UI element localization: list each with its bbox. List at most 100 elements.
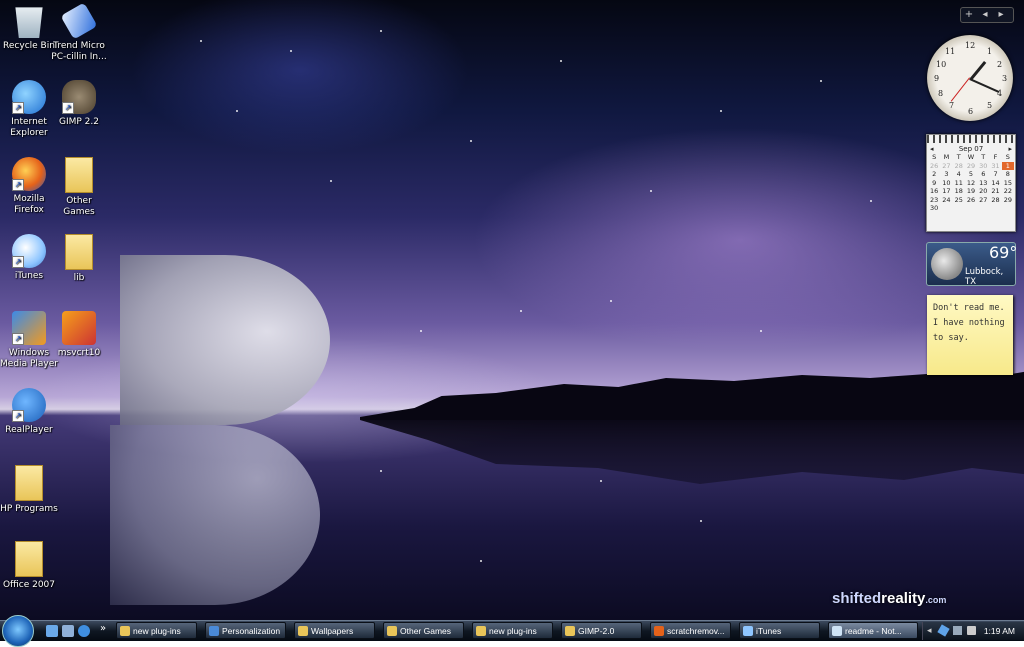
clock-numeral: 6 — [968, 107, 974, 116]
desktop-icon-gimp[interactable]: ↗ GIMP 2.2 — [50, 80, 108, 128]
next-gadget-page-button[interactable]: ▸ — [993, 8, 1009, 22]
start-button[interactable] — [2, 615, 34, 647]
tray-expand-icon[interactable]: ◂ — [927, 626, 936, 635]
calendar-day[interactable]: 5 — [965, 170, 977, 179]
calendar-day[interactable]: 24 — [940, 196, 952, 205]
shortcut-arrow-icon: ↗ — [12, 179, 24, 191]
quick-launch-more-button[interactable]: » — [100, 623, 106, 634]
calendar-day[interactable]: 7 — [989, 170, 1001, 179]
taskbar-button[interactable]: Personalization — [205, 622, 286, 639]
calendar-day[interactable]: 22 — [1002, 187, 1014, 196]
calendar-day — [977, 204, 989, 213]
internet-explorer-icon[interactable] — [78, 625, 90, 637]
taskbar-button-label: iTunes — [756, 626, 782, 636]
desktop-icon-office-2007[interactable]: Office 2007 — [0, 541, 58, 591]
calendar-day[interactable]: 28 — [953, 162, 965, 171]
calendar-day[interactable]: 29 — [965, 162, 977, 171]
desktop-icon-trend-micro[interactable]: Trend Micro PC-cillin In... — [50, 2, 108, 63]
calendar-day[interactable]: 16 — [928, 187, 940, 196]
realplayer-icon: ↗ — [12, 388, 46, 422]
calendar-day[interactable]: 14 — [989, 179, 1001, 188]
add-gadget-button[interactable]: + — [961, 8, 977, 22]
calendar-weekday-row: S M T W T F S — [928, 153, 1014, 162]
prev-gadget-page-button[interactable]: ◂ — [977, 8, 993, 22]
calendar-day[interactable]: 28 — [989, 196, 1001, 205]
calendar-day[interactable]: 8 — [1002, 170, 1014, 179]
weekday-label: S — [1005, 153, 1010, 162]
calendar-day[interactable]: 3 — [940, 170, 952, 179]
calendar-day[interactable]: 13 — [977, 179, 989, 188]
moon-reflection — [110, 425, 320, 605]
trend-micro-icon — [60, 2, 98, 40]
calendar-day[interactable]: 4 — [953, 170, 965, 179]
calendar-day[interactable]: 6 — [977, 170, 989, 179]
star — [870, 200, 872, 202]
calendar-day[interactable]: 2 — [928, 170, 940, 179]
calendar-day[interactable]: 25 — [953, 196, 965, 205]
taskbar-button-label: scratchremov... — [667, 626, 725, 636]
folder-icon — [15, 465, 43, 501]
show-desktop-icon[interactable] — [46, 625, 58, 637]
desktop-icon-other-games[interactable]: Other Games — [50, 157, 108, 218]
calendar-day[interactable]: 26 — [928, 162, 940, 171]
star — [330, 180, 332, 182]
taskbar-button[interactable]: Other Games — [383, 622, 464, 639]
icon-label: Other Games — [63, 196, 95, 217]
calendar-day[interactable]: 30 — [928, 204, 940, 213]
calendar-day[interactable]: 27 — [977, 196, 989, 205]
calendar-day-today[interactable]: 1 — [1001, 161, 1014, 170]
calendar-day[interactable]: 29 — [1002, 196, 1014, 205]
desktop-icon-hp-programs[interactable]: HP Programs — [0, 465, 58, 515]
notes-gadget[interactable]: Don't read me. I have nothing to say. — [927, 295, 1013, 375]
star — [820, 80, 822, 82]
note-text[interactable]: Don't read me. I have nothing to say. — [933, 301, 1007, 346]
calendar-day[interactable]: 18 — [953, 187, 965, 196]
taskbar-button-label: Wallpapers — [311, 626, 354, 636]
taskbar-button-label: new plug-ins — [133, 626, 181, 636]
desktop-icon-lib[interactable]: lib — [50, 234, 108, 284]
calendar-day[interactable]: 10 — [940, 179, 952, 188]
taskbar-clock[interactable]: 1:19 AM — [984, 622, 1015, 640]
switch-windows-icon[interactable] — [62, 625, 74, 637]
desktop-icon-realplayer[interactable]: ↗ RealPlayer — [0, 388, 58, 436]
calendar-day[interactable]: 23 — [928, 196, 940, 205]
calendar-day[interactable]: 30 — [977, 162, 989, 171]
calendar-day[interactable]: 26 — [965, 196, 977, 205]
desktop-icon-msvcrt10[interactable]: msvcrt10 — [50, 311, 108, 359]
calendar-day[interactable]: 20 — [977, 187, 989, 196]
taskbar-button[interactable]: new plug-ins — [116, 622, 197, 639]
weekday-label: T — [981, 153, 986, 162]
taskbar-button[interactable]: scratchremov... — [650, 622, 731, 639]
taskbar-button[interactable]: readme - Not... — [828, 622, 918, 639]
volume-icon[interactable] — [967, 626, 976, 635]
star — [650, 190, 652, 192]
calendar-day[interactable]: 17 — [940, 187, 952, 196]
taskbar: » new plug-ins Personalization Wallpaper… — [0, 615, 1024, 647]
weather-gadget[interactable]: 69° Lubbock, TX — [926, 242, 1018, 287]
network-icon[interactable] — [953, 626, 962, 635]
calendar-day[interactable]: 11 — [953, 179, 965, 188]
calendar-day[interactable]: 31 — [989, 162, 1001, 171]
calendar-day[interactable]: 12 — [965, 179, 977, 188]
calendar-week-row: 9 10 11 12 13 14 15 — [928, 179, 1014, 188]
calendar-day[interactable]: 9 — [928, 179, 940, 188]
taskbar-button[interactable]: GIMP-2.0 — [561, 622, 642, 639]
calendar-day[interactable]: 27 — [940, 162, 952, 171]
weather-temperature: 69° — [989, 243, 1018, 262]
island-reflection — [360, 420, 1024, 484]
calendar-day[interactable]: 21 — [989, 187, 1001, 196]
taskbar-button[interactable]: new plug-ins — [472, 622, 553, 639]
pen-icon[interactable] — [937, 624, 950, 637]
calendar-gadget[interactable]: ◂ Sep 07 ▸ S M T W T F S 26 27 28 29 30 … — [926, 134, 1016, 232]
clock-gadget[interactable]: 12 1 2 3 4 5 6 7 8 9 10 11 — [927, 35, 1013, 121]
taskbar-button[interactable]: Wallpapers — [294, 622, 375, 639]
star — [420, 330, 422, 332]
calendar-next-month-button[interactable]: ▸ — [1008, 145, 1012, 153]
desktop-wallpaper — [0, 0, 1024, 620]
calendar-day[interactable]: 15 — [1002, 179, 1014, 188]
calendar-prev-month-button[interactable]: ◂ — [930, 145, 934, 153]
taskbar-button[interactable]: iTunes — [739, 622, 820, 639]
calendar-day[interactable]: 19 — [965, 187, 977, 196]
firefox-icon: ↗ — [12, 157, 46, 191]
star — [470, 140, 472, 142]
